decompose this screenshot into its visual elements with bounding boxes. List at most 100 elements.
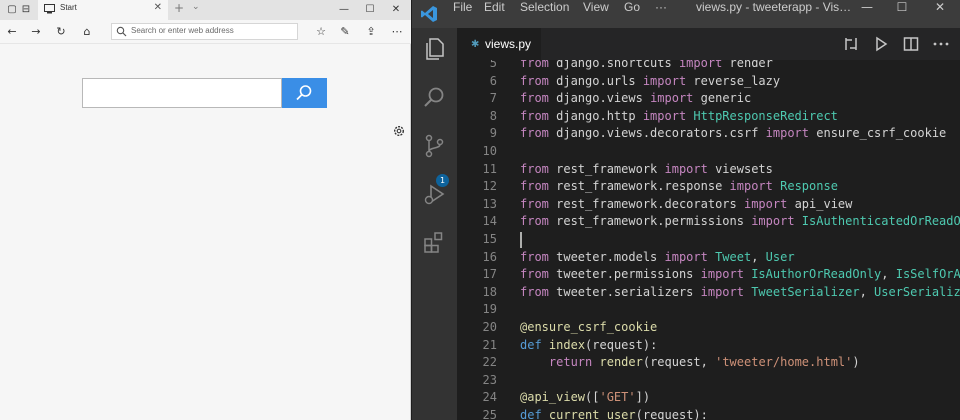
maximize-button[interactable]: ☐ xyxy=(886,0,918,28)
code-token: index xyxy=(548,337,586,352)
menu-selection[interactable]: Selection xyxy=(520,0,569,28)
search-button[interactable] xyxy=(282,78,327,108)
code-line[interactable]: 14 from rest_framework.permissions import… xyxy=(457,212,960,230)
line-number: 9 xyxy=(489,126,497,141)
code-token: HttpResponseRedirect xyxy=(686,108,838,123)
code-token: , xyxy=(859,284,875,299)
chevron-down-icon[interactable]: ⌄ xyxy=(192,2,200,12)
code-token: , xyxy=(881,267,896,282)
code-line[interactable]: 22 return render(request, 'tweeter/home.… xyxy=(457,353,960,371)
search-icon[interactable] xyxy=(422,85,448,111)
code-token: from xyxy=(520,284,549,299)
code-token: rest_framework.permissions xyxy=(548,214,752,229)
line-number: 17 xyxy=(482,267,497,282)
search-input[interactable] xyxy=(82,78,282,108)
code-line[interactable]: 17 from tweeter.permissions import IsAuth… xyxy=(457,265,960,283)
line-number: 19 xyxy=(482,302,497,317)
editor-tab-strip: ✱ views.py xyxy=(457,28,960,60)
vscode-window: File Edit Selection View Go ··· views.py… xyxy=(412,0,960,420)
code-line[interactable]: 15 xyxy=(457,230,960,248)
code-token: import xyxy=(650,91,694,106)
code-token: 'tweeter/home.html' xyxy=(715,355,853,370)
split-editor-icon[interactable] xyxy=(901,34,921,54)
run-icon[interactable] xyxy=(871,34,891,54)
compare-changes-icon[interactable] xyxy=(841,34,861,54)
tab-views-py[interactable]: ✱ views.py xyxy=(457,28,541,60)
tab-preview-icon[interactable]: ⊟ xyxy=(14,0,38,20)
browser-tab-bar: ▢ ⊟ Start ✕ + ⌄ — ☐ ✕ xyxy=(0,0,411,20)
code-line[interactable]: 23 xyxy=(457,371,960,389)
close-window-button[interactable]: ✕ xyxy=(924,0,956,28)
more-actions-icon[interactable] xyxy=(931,34,951,54)
code-token: render xyxy=(599,355,643,370)
line-code: def current_user(request): xyxy=(520,406,708,420)
code-line[interactable]: 11 from rest_framework import viewsets xyxy=(457,160,960,178)
new-tab-button[interactable]: + xyxy=(174,1,184,15)
code-line[interactable]: 19 xyxy=(457,300,960,318)
code-token: from xyxy=(520,267,549,282)
menu-view[interactable]: View xyxy=(583,0,609,28)
code-token: import xyxy=(743,196,788,211)
more-icon[interactable]: ⋯ xyxy=(388,23,406,41)
code-line[interactable]: 24 @api_view(['GET']) xyxy=(457,388,960,406)
code-token: rest_framework xyxy=(548,161,665,176)
code-token: from xyxy=(520,73,549,88)
code-token: import xyxy=(700,284,744,299)
code-token: rest_framework.response xyxy=(548,179,730,194)
menu-go[interactable]: Go xyxy=(624,0,640,28)
code-line[interactable]: 13 from rest_framework.decorators import … xyxy=(457,195,960,213)
code-line[interactable]: 18 from tweeter.serializers import TweetS… xyxy=(457,283,960,301)
minimize-button[interactable]: — xyxy=(332,0,356,20)
source-control-icon[interactable] xyxy=(422,133,448,159)
code-line[interactable]: 10 xyxy=(457,142,960,160)
back-arrow-icon[interactable]: ← xyxy=(2,22,22,42)
menu-more[interactable]: ··· xyxy=(655,0,667,28)
close-window-button[interactable]: ✕ xyxy=(384,0,408,20)
gear-icon[interactable] xyxy=(392,124,406,138)
line-number: 12 xyxy=(482,179,497,194)
menu-file[interactable]: File xyxy=(453,0,472,28)
code-token: def xyxy=(520,337,542,352)
code-token: import xyxy=(765,126,810,141)
files-icon[interactable] xyxy=(422,36,448,62)
code-editor[interactable]: 5 from django.shortcuts import render 6 fro… xyxy=(457,60,960,420)
code-line[interactable]: 6 from django.urls import reverse_lazy xyxy=(457,72,960,90)
code-line[interactable]: 21 def index(request): xyxy=(457,336,960,354)
code-line[interactable]: 7 from django.views import generic xyxy=(457,89,960,107)
code-token: import xyxy=(664,161,708,176)
pen-icon[interactable]: ✎ xyxy=(336,23,354,41)
code-token: ) xyxy=(852,355,860,370)
code-token: import xyxy=(642,108,687,123)
code-line[interactable]: 20 @ensure_csrf_cookie xyxy=(457,318,960,336)
share-icon[interactable]: ⇪ xyxy=(362,23,380,41)
browser-start-icon xyxy=(44,4,55,14)
star-icon[interactable]: ☆ xyxy=(312,23,330,41)
code-line[interactable]: 25 def current_user(request): xyxy=(457,406,960,420)
code-line[interactable]: 9 from django.views.decorators.csrf impor… xyxy=(457,124,960,142)
minimize-button[interactable]: — xyxy=(851,0,883,28)
code-line[interactable]: 8 from django.http import HttpResponseRed… xyxy=(457,107,960,125)
code-token: ]) xyxy=(635,390,651,405)
menu-edit[interactable]: Edit xyxy=(484,0,505,28)
code-line[interactable]: 5 from django.shortcuts import render xyxy=(457,60,960,72)
address-bar[interactable]: Search or enter web address xyxy=(111,23,298,40)
forward-arrow-icon[interactable]: → xyxy=(26,22,46,42)
maximize-button[interactable]: ☐ xyxy=(358,0,382,20)
home-icon[interactable]: ⌂ xyxy=(77,22,97,42)
extensions-icon[interactable] xyxy=(422,229,448,255)
refresh-icon[interactable]: ↻ xyxy=(51,22,71,42)
code-token: @api_view xyxy=(520,390,586,405)
code-token: ensure_csrf_cookie xyxy=(809,126,947,141)
run-debug-icon[interactable] xyxy=(422,181,448,207)
code-token: from xyxy=(520,214,549,229)
code-token: ([ xyxy=(585,390,600,405)
code-token: reverse_lazy xyxy=(686,73,781,88)
close-icon[interactable]: ✕ xyxy=(154,2,162,13)
code-line[interactable]: 12 from rest_framework.response import Re… xyxy=(457,177,960,195)
code-line[interactable]: 16 from tweeter.models import Tweet, User xyxy=(457,248,960,266)
browser-tab-start[interactable]: Start ✕ xyxy=(38,0,168,20)
code-token: django.views xyxy=(548,91,651,106)
code-token: from xyxy=(520,249,549,264)
code-token: (request): xyxy=(585,337,658,352)
vscode-logo-icon xyxy=(421,6,437,22)
